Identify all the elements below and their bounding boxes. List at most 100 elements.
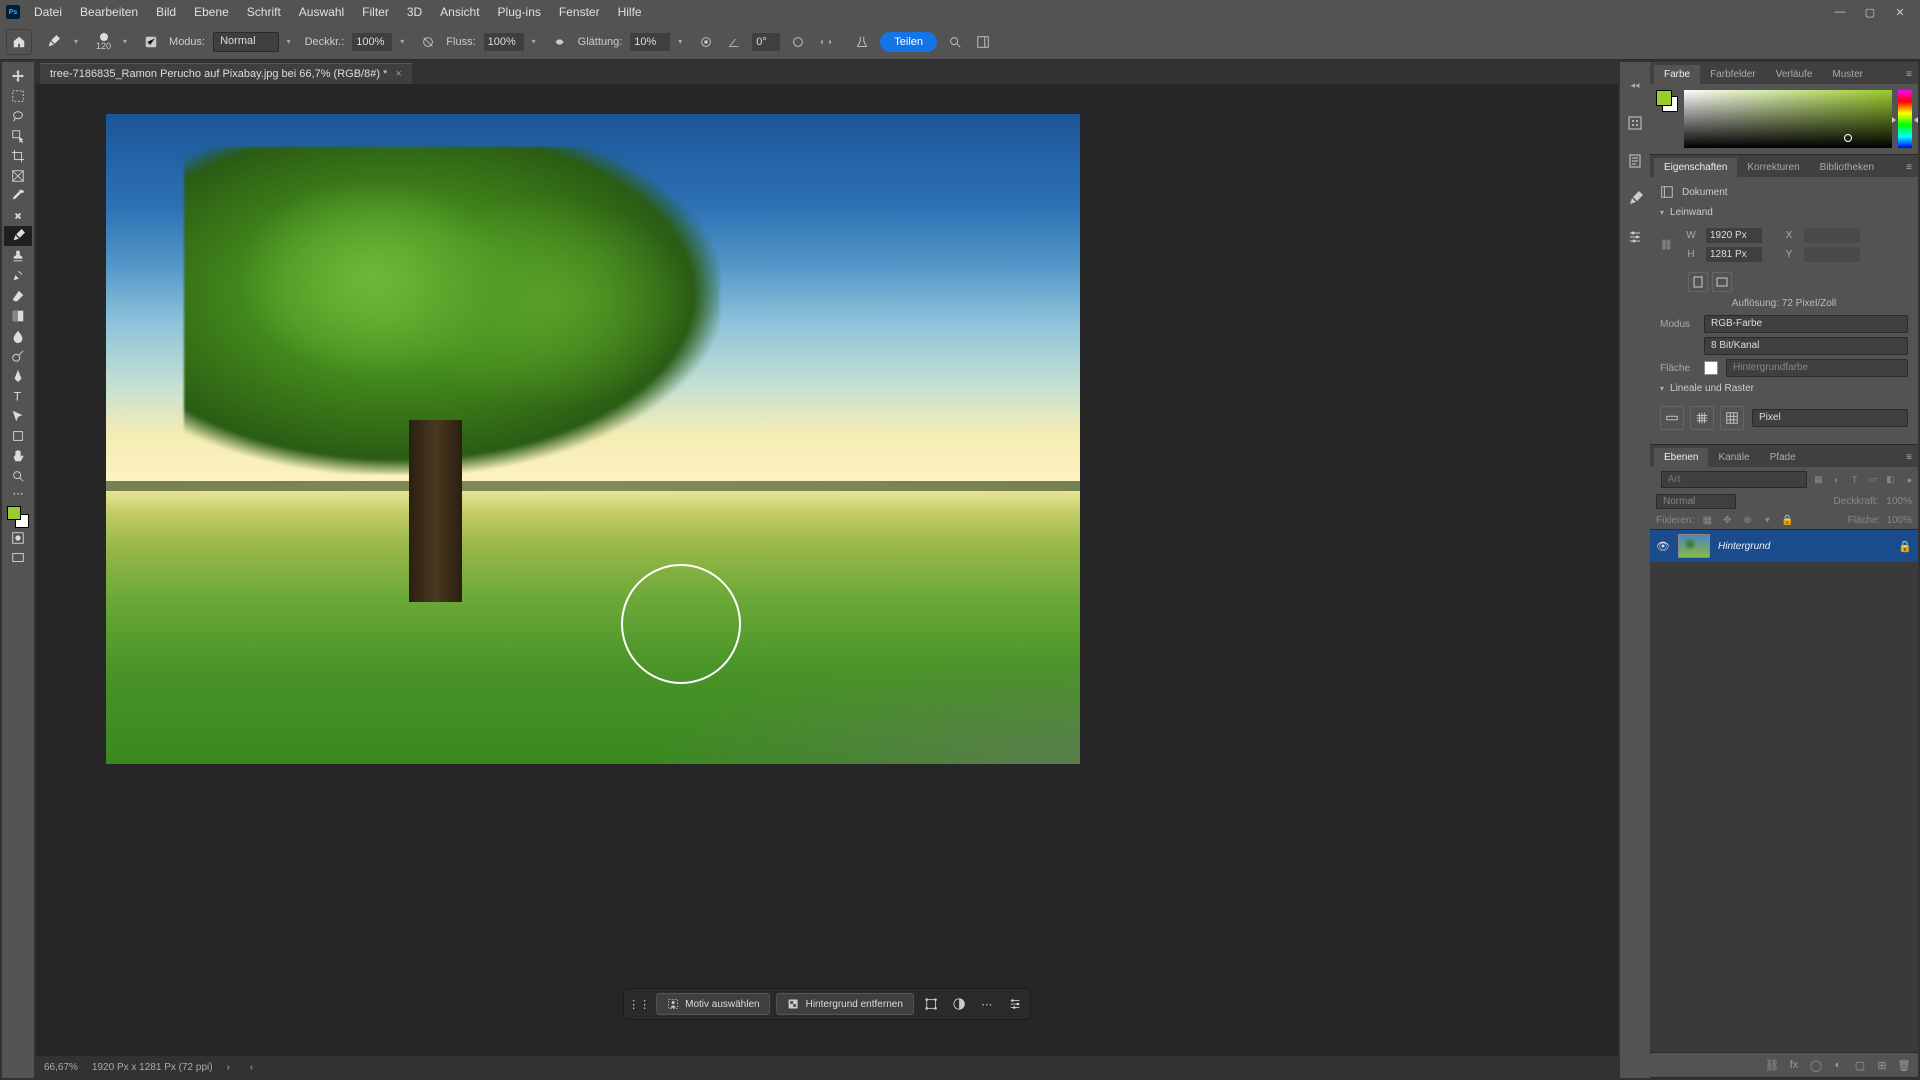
hue-slider[interactable]: [1898, 90, 1912, 148]
smoothing-options-icon[interactable]: [696, 32, 716, 52]
search-icon[interactable]: [945, 32, 965, 52]
color-fg-bg[interactable]: [1656, 90, 1678, 112]
shape-tool[interactable]: [4, 426, 32, 446]
ruler-btn-3[interactable]: [1720, 406, 1744, 430]
tab-layers[interactable]: Ebenen: [1654, 448, 1708, 467]
brush-preview[interactable]: 120: [92, 33, 115, 51]
layer-thumbnail[interactable]: [1678, 534, 1710, 558]
chevron-down-icon[interactable]: ▾: [532, 37, 542, 46]
document-info[interactable]: 1920 Px x 1281 Px (72 ppi): [92, 1062, 213, 1073]
chevron-down-icon[interactable]: ▾: [74, 37, 84, 46]
eraser-tool[interactable]: [4, 286, 32, 306]
menu-file[interactable]: Datei: [26, 2, 70, 22]
layer-style-icon[interactable]: fx: [1786, 1057, 1802, 1073]
layer-name[interactable]: Hintergrund: [1718, 541, 1770, 552]
fill-color-chip[interactable]: [1704, 361, 1718, 375]
tab-patterns[interactable]: Muster: [1822, 65, 1873, 84]
symmetry-icon[interactable]: [816, 32, 836, 52]
dodge-tool[interactable]: [4, 346, 32, 366]
lock-pixels-icon[interactable]: ⊕: [1740, 513, 1754, 527]
path-tool[interactable]: [4, 406, 32, 426]
lock-all-icon[interactable]: ▦: [1700, 513, 1714, 527]
airbrush-icon[interactable]: [550, 32, 570, 52]
menu-type[interactable]: Schrift: [239, 2, 289, 22]
tab-libraries[interactable]: Bibliotheken: [1810, 158, 1884, 177]
blend-mode-select[interactable]: Normal: [1656, 494, 1736, 509]
eyedropper-tool[interactable]: [4, 186, 32, 206]
layer-filter-input[interactable]: [1661, 471, 1807, 488]
layer-mask-icon[interactable]: ◯: [1808, 1057, 1824, 1073]
close-icon[interactable]: ✕: [1886, 2, 1914, 22]
type-tool[interactable]: T: [4, 386, 32, 406]
color-field[interactable]: [1684, 90, 1892, 148]
link-layers-icon[interactable]: ⛓: [1764, 1057, 1780, 1073]
filter-shape-icon[interactable]: ▭: [1865, 472, 1881, 488]
hand-tool[interactable]: [4, 446, 32, 466]
menu-window[interactable]: Fenster: [551, 2, 608, 22]
adjustment-icon[interactable]: [948, 993, 970, 1015]
tab-swatches[interactable]: Farbfelder: [1700, 65, 1766, 84]
menu-image[interactable]: Bild: [148, 2, 184, 22]
zoom-level[interactable]: 66,67%: [44, 1062, 78, 1073]
panel-menu-icon[interactable]: ≡: [1900, 448, 1918, 467]
visibility-icon[interactable]: 👁: [1656, 540, 1670, 553]
opacity-input[interactable]: [352, 33, 392, 51]
menu-plugins[interactable]: Plug-ins: [490, 2, 549, 22]
brush-settings-icon[interactable]: [141, 32, 161, 52]
selection-tool[interactable]: [4, 126, 32, 146]
transform-icon[interactable]: [920, 993, 942, 1015]
foreground-background-colors[interactable]: [7, 506, 29, 528]
ruler-unit-select[interactable]: Pixel: [1752, 409, 1908, 427]
fill-select[interactable]: Hintergrundfarbe: [1726, 359, 1908, 377]
home-button[interactable]: [6, 29, 32, 55]
move-tool[interactable]: [4, 66, 32, 86]
beaker-icon[interactable]: [852, 32, 872, 52]
zoom-tool[interactable]: [4, 466, 32, 486]
flow-input[interactable]: [484, 33, 524, 51]
close-tab-icon[interactable]: ×: [395, 68, 401, 80]
tab-channels[interactable]: Kanäle: [1708, 448, 1759, 467]
minimize-icon[interactable]: —: [1826, 2, 1854, 22]
lock-nested-icon[interactable]: ▾: [1760, 513, 1774, 527]
lasso-tool[interactable]: [4, 106, 32, 126]
share-button[interactable]: Teilen: [880, 32, 937, 52]
healing-tool[interactable]: [4, 206, 32, 226]
history-brush-tool[interactable]: [4, 266, 32, 286]
smoothing-input[interactable]: [630, 33, 670, 51]
menu-view[interactable]: Ansicht: [432, 2, 487, 22]
filter-toggle-icon[interactable]: ●: [1907, 472, 1912, 488]
history-panel-icon[interactable]: [1625, 151, 1645, 171]
x-input[interactable]: [1804, 228, 1860, 243]
delete-layer-icon[interactable]: 🗑: [1896, 1057, 1912, 1073]
screenmode-tool[interactable]: [4, 548, 32, 568]
brush-tool[interactable]: [4, 226, 32, 246]
angle-input[interactable]: [752, 33, 780, 51]
lock-position-icon[interactable]: ✥: [1720, 513, 1734, 527]
filter-smart-icon[interactable]: ◧: [1883, 472, 1899, 488]
foreground-color-swatch[interactable]: [7, 506, 21, 520]
frame-tool[interactable]: [4, 166, 32, 186]
landscape-button[interactable]: [1712, 272, 1732, 292]
gradient-tool[interactable]: [4, 306, 32, 326]
filter-pixel-icon[interactable]: ▦: [1811, 472, 1827, 488]
tab-gradients[interactable]: Verläufe: [1766, 65, 1823, 84]
blend-mode-select[interactable]: Normal: [213, 32, 278, 52]
select-subject-button[interactable]: Motiv auswählen: [656, 993, 770, 1015]
properties-icon[interactable]: [1004, 993, 1026, 1015]
filter-adjust-icon[interactable]: ◐: [1829, 472, 1845, 488]
maximize-icon[interactable]: ▢: [1856, 2, 1884, 22]
tab-adjustments[interactable]: Korrekturen: [1737, 158, 1809, 177]
width-input[interactable]: [1706, 228, 1762, 243]
pressure-opacity-icon[interactable]: [418, 32, 438, 52]
bit-depth-select[interactable]: 8 Bit/Kanal: [1704, 337, 1908, 355]
remove-background-button[interactable]: Hintergrund entfernen: [777, 993, 914, 1015]
panel-menu-icon[interactable]: ≡: [1900, 65, 1918, 84]
more-tools[interactable]: ⋯: [4, 486, 32, 500]
chevron-right-icon[interactable]: ›: [227, 1062, 230, 1073]
portrait-button[interactable]: [1688, 272, 1708, 292]
link-icon[interactable]: ⛓: [1660, 240, 1674, 251]
menu-3d[interactable]: 3D: [399, 2, 430, 22]
y-input[interactable]: [1804, 247, 1860, 262]
tab-paths[interactable]: Pfade: [1760, 448, 1806, 467]
tab-properties[interactable]: Eigenschaften: [1654, 158, 1737, 177]
